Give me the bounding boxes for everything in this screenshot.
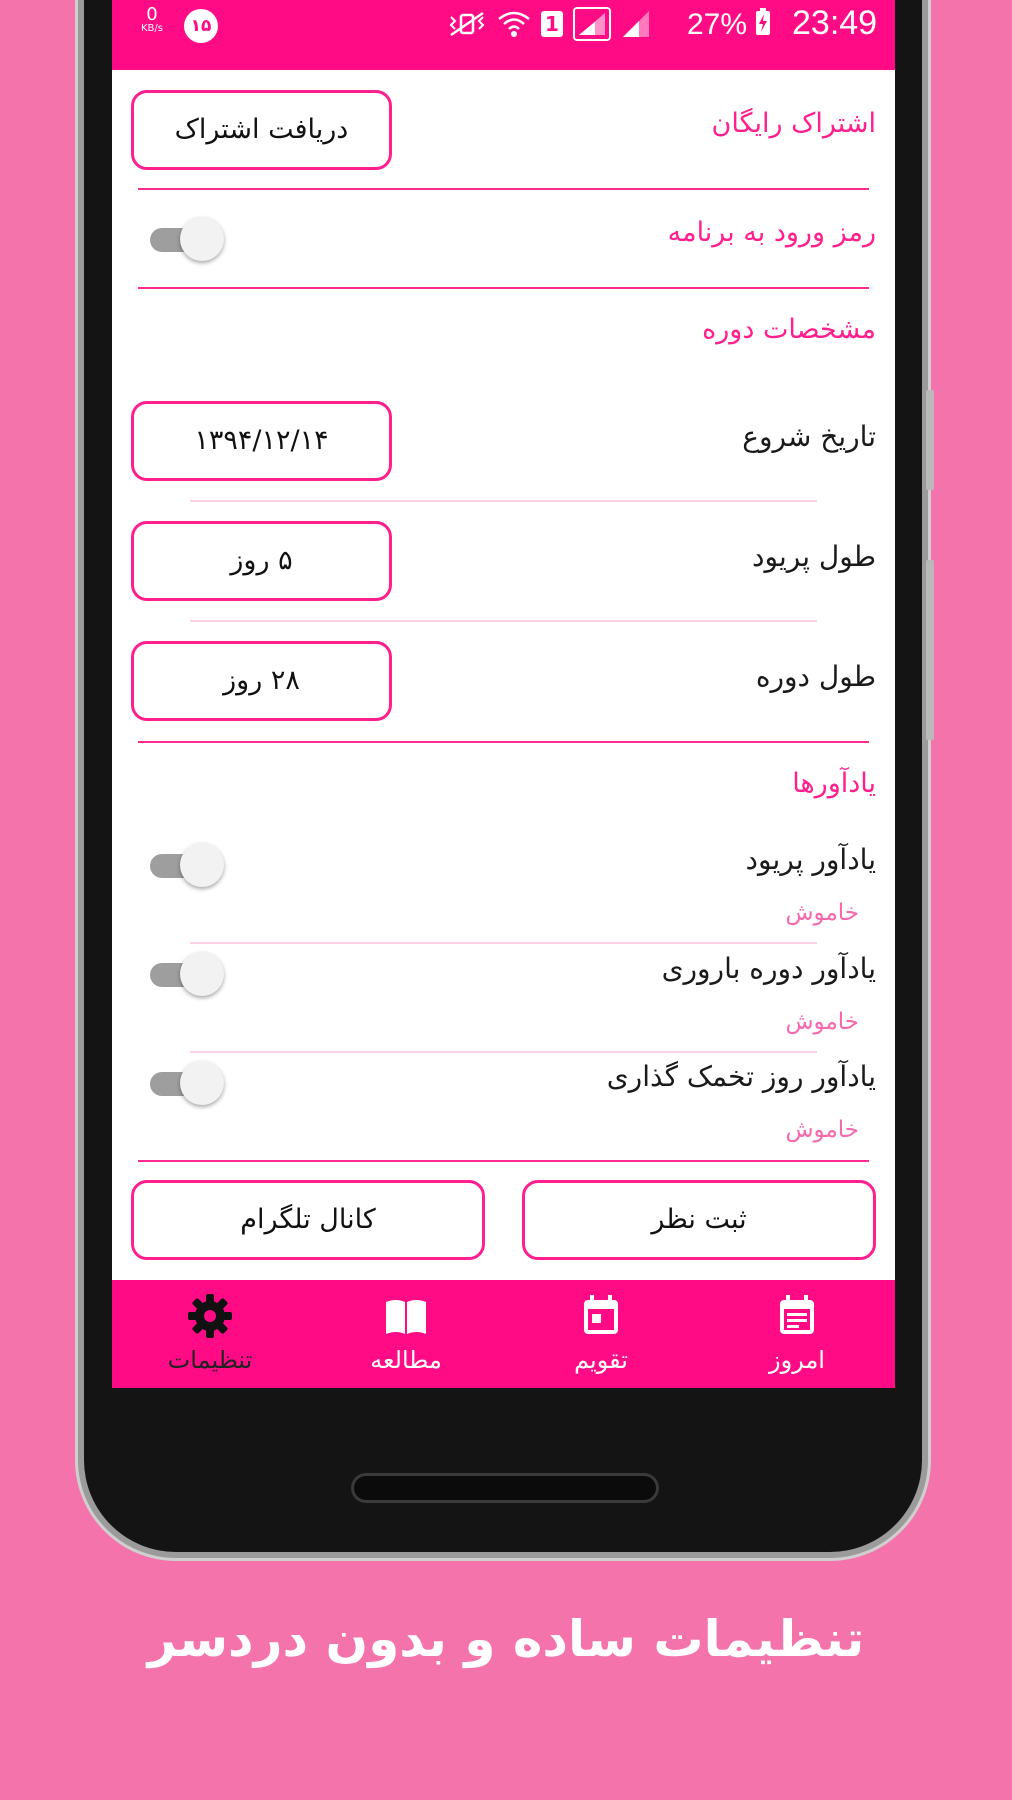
gear-icon <box>188 1294 232 1338</box>
app-screen: 0 KB/s ۱۵ 1 27% 23:49 اشتراک رایگان دریا… <box>112 0 895 1388</box>
get-subscription-button[interactable]: دریافت اشتراک <box>131 90 392 170</box>
status-icons: 1 <box>447 6 651 42</box>
reminder-period-status: خاموش <box>785 900 859 926</box>
notification-badge: ۱۵ <box>184 9 218 43</box>
app-password-toggle[interactable] <box>146 216 226 262</box>
battery-percent: 27% <box>687 8 748 41</box>
divider <box>138 741 869 743</box>
reminder-fertile-status: خاموش <box>785 1009 859 1035</box>
calendar-icon <box>584 1295 618 1334</box>
start-date-label: تاریخ شروع <box>742 420 876 453</box>
divider <box>190 1051 817 1053</box>
reminder-period-label: یادآور پریود <box>745 843 876 876</box>
divider <box>138 188 869 190</box>
book-icon <box>386 1300 426 1334</box>
divider <box>138 287 869 289</box>
toggle-thumb <box>180 1061 224 1105</box>
cycle-length-field[interactable]: ۲۸ روز <box>131 641 392 721</box>
toggle-thumb <box>180 843 224 887</box>
reminder-ovulation-label: یادآور روز تخمک گذاری <box>606 1060 876 1093</box>
nav-label-settings: تنظیمات <box>167 1346 253 1374</box>
nav-label-today: امروز <box>769 1346 825 1374</box>
divider <box>190 942 817 944</box>
volume-button <box>926 560 934 740</box>
today-icon <box>780 1295 814 1334</box>
reminder-ovulation-toggle[interactable] <box>146 1060 226 1106</box>
start-date-field[interactable]: ۱۳۹۴/۱۲/۱۴ <box>131 401 392 481</box>
divider <box>190 500 817 502</box>
reminder-ovulation-status: خاموش <box>785 1117 859 1143</box>
nav-item-calendar[interactable]: تقویم <box>503 1280 699 1388</box>
bottom-nav: امروز تقویم مطالعه تنظیمات <box>112 1280 895 1388</box>
battery-charging-icon <box>756 8 771 35</box>
signal-icon-2 <box>623 11 649 37</box>
free-subscription-label: اشتراک رایگان <box>711 108 876 139</box>
home-indicator <box>354 1476 656 1500</box>
sim-indicator-icon: 1 <box>541 11 563 37</box>
clock: 23:49 <box>792 4 878 42</box>
nav-item-study[interactable]: مطالعه <box>308 1280 504 1388</box>
reminder-fertile-label: یادآور دوره باروری <box>661 952 876 985</box>
network-speed-unit: KB/s <box>141 23 163 34</box>
nav-item-today[interactable]: امروز <box>699 1280 895 1388</box>
nav-item-settings[interactable]: تنظیمات <box>112 1280 308 1388</box>
signal-icon-1 <box>573 7 611 41</box>
power-button <box>926 390 934 490</box>
nav-label-calendar: تقویم <box>574 1346 628 1374</box>
cycle-length-label: طول دوره <box>755 660 876 693</box>
wifi-icon <box>498 11 530 37</box>
network-speed: 0 KB/s <box>132 6 172 34</box>
reminder-period-toggle[interactable] <box>146 842 226 888</box>
nav-label-study: مطالعه <box>370 1346 442 1374</box>
reminders-section-title: یادآورها <box>792 768 876 799</box>
cycle-section-title: مشخصات دوره <box>702 314 876 345</box>
reminder-fertile-toggle[interactable] <box>146 951 226 997</box>
toggle-thumb <box>180 952 224 996</box>
divider <box>138 1160 869 1162</box>
app-password-label: رمز ورود به برنامه <box>667 217 876 248</box>
promo-caption: تنظیمات ساده و بدون دردسر <box>147 1610 865 1668</box>
sim-slot-label: 1 <box>545 12 559 36</box>
vibrate-icon <box>449 11 485 37</box>
feedback-button[interactable]: ثبت نظر <box>522 1180 876 1260</box>
toggle-thumb <box>180 217 224 261</box>
battery-level: 27% <box>687 8 771 42</box>
period-length-field[interactable]: ۵ روز <box>131 521 392 601</box>
period-length-label: طول پریود <box>752 540 876 573</box>
telegram-channel-button[interactable]: کانال تلگرام <box>131 1180 485 1260</box>
network-speed-value: 0 <box>146 4 158 25</box>
status-bar: 0 KB/s ۱۵ 1 27% 23:49 <box>112 0 895 70</box>
divider <box>190 620 817 622</box>
